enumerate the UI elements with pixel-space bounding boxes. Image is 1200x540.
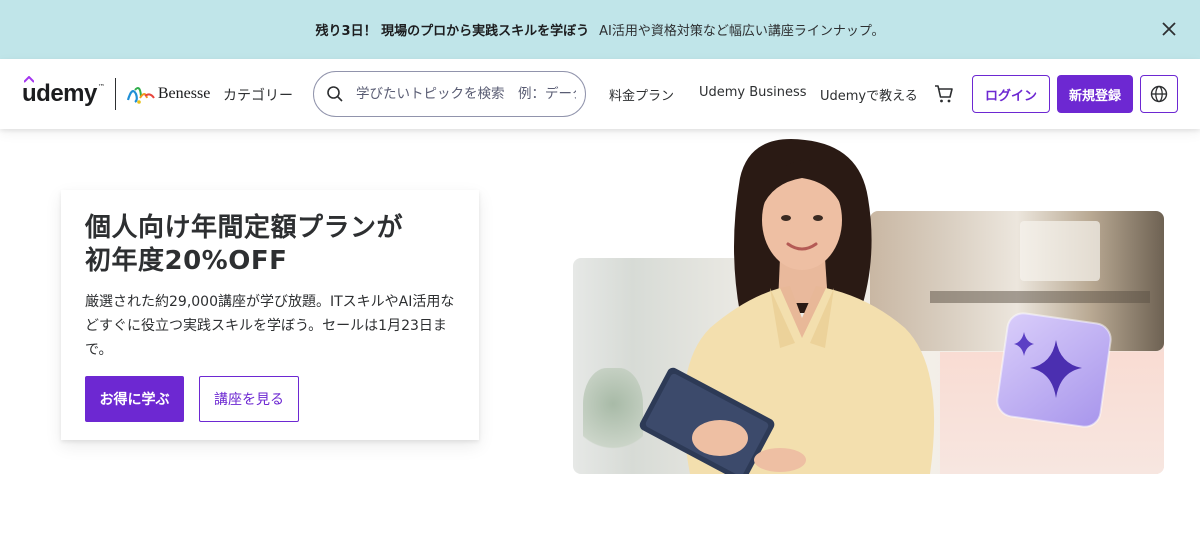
sparkle-cube-icon (996, 312, 1112, 428)
site-header: udemy ™ Benesse カテゴリー 料金プラン Udemy Busine… (0, 59, 1200, 129)
learn-deal-button[interactable]: お得に学ぶ (85, 376, 184, 422)
udemy-logo: udemy (22, 76, 97, 108)
search-input[interactable] (356, 86, 576, 102)
trademark: ™ (97, 83, 105, 91)
language-button[interactable] (1140, 75, 1178, 113)
window-decoration (1020, 221, 1100, 281)
hero-person-image (639, 139, 935, 474)
hero-actions: お得に学ぶ 講座を見る (85, 376, 455, 422)
nav-pricing[interactable]: 料金プラン (609, 85, 674, 104)
signup-button[interactable]: 新規登録 (1057, 75, 1133, 113)
benesse-logo: Benesse (126, 82, 210, 106)
promo-banner: 残り3日！ 現場のプロから実践スキルを学ぼう AI活用や資格対策など幅広い講座ラ… (0, 0, 1200, 59)
nav-udemy-business[interactable]: Udemy Business (699, 85, 807, 100)
promo-text: AI活用や資格対策など幅広い講座ラインナップ。 (599, 24, 885, 39)
browse-courses-button[interactable]: 講座を見る (199, 376, 299, 422)
login-button[interactable]: ログイン (972, 75, 1050, 113)
benesse-text: Benesse (157, 85, 211, 102)
nav-category[interactable]: カテゴリー (223, 85, 293, 105)
close-icon[interactable] (1156, 16, 1182, 42)
globe-icon (1150, 85, 1168, 103)
udemy-logo-text: udemy (22, 80, 97, 107)
hero-title: 個人向け年間定額プランが 初年度20%OFF (85, 212, 455, 278)
logo[interactable]: udemy ™ Benesse (22, 76, 210, 110)
benesse-mark-icon (126, 87, 155, 104)
hero-body: 厳選された約29,000講座が学び放題。ITスキルやAI活用などすぐに役立つ実践… (85, 294, 455, 358)
hero-card: 個人向け年間定額プランが 初年度20%OFF 厳選された約29,000講座が学び… (61, 190, 479, 440)
promo-headline: 残り3日！ 現場のプロから実践スキルを学ぼう (315, 24, 590, 39)
hero-title-line1: 個人向け年間定額プランが (85, 213, 404, 243)
search-icon[interactable] (326, 85, 344, 103)
cart-icon[interactable] (933, 83, 955, 105)
nav-teach[interactable]: Udemyで教える (820, 85, 918, 104)
logo-divider (114, 78, 116, 110)
search-bar[interactable] (313, 71, 586, 117)
hero-title-line2: 初年度20%OFF (85, 246, 288, 276)
